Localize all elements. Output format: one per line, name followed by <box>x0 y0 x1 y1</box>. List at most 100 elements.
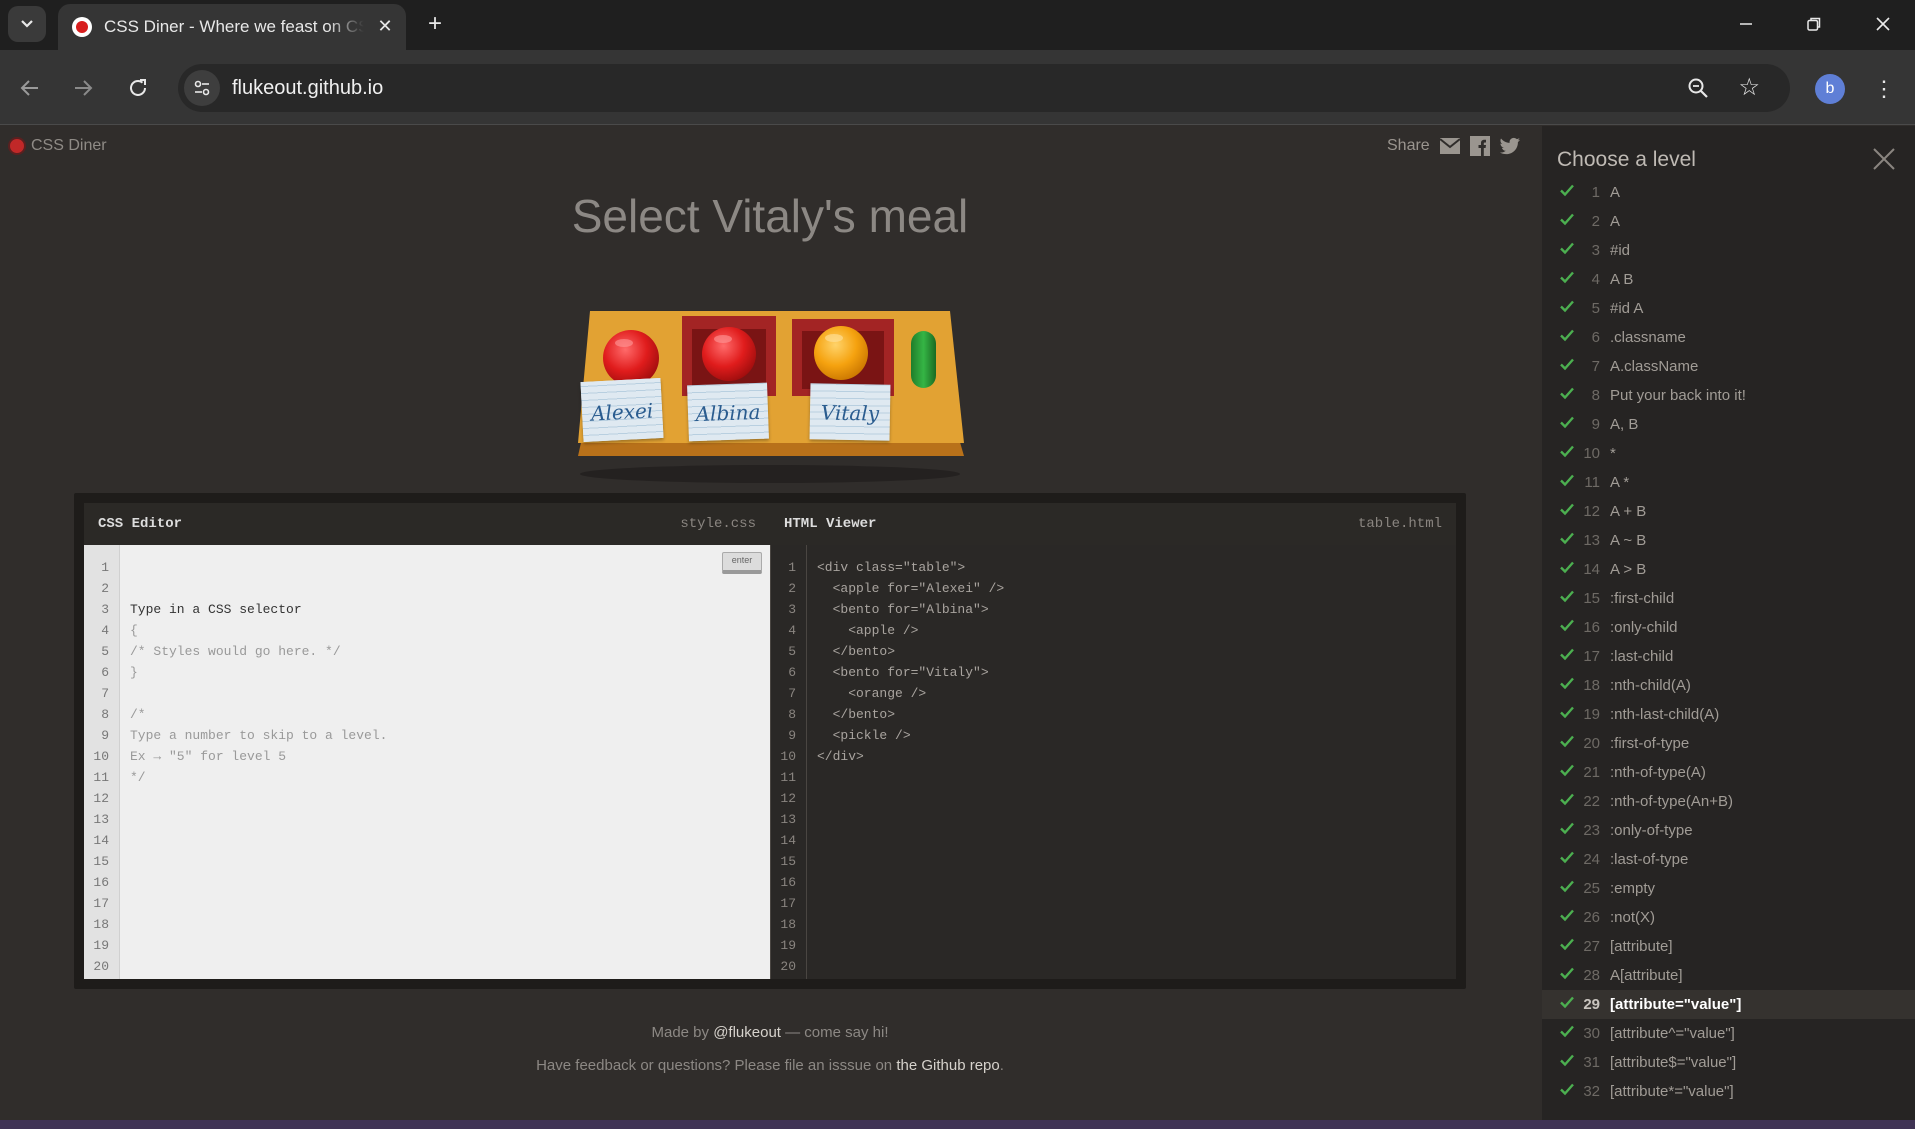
line-number: 10 <box>93 749 109 764</box>
css-selector-input[interactable] <box>130 599 690 620</box>
level-item-27[interactable]: 27 [attribute] <box>1542 932 1915 961</box>
level-item-3[interactable]: 3 #id <box>1542 236 1915 265</box>
line-number: 2 <box>788 581 796 596</box>
level-name: [attribute="value"] <box>1610 996 1742 1013</box>
logo[interactable]: CSS Diner <box>8 137 107 155</box>
level-item-28[interactable]: 28 A[attribute] <box>1542 961 1915 990</box>
level-item-12[interactable]: 12 A + B <box>1542 497 1915 526</box>
footer: Made by @flukeout — come say hi! Have fe… <box>440 1016 1100 1082</box>
level-number: 20 <box>1583 735 1600 752</box>
level-number: 2 <box>1591 213 1600 230</box>
new-tab-button[interactable]: + <box>420 10 450 40</box>
level-item-1[interactable]: 1A <box>1542 178 1915 207</box>
line-number: 7 <box>788 686 796 701</box>
reload-button[interactable] <box>118 68 158 108</box>
level-item-11[interactable]: 11 A * <box>1542 468 1915 497</box>
level-item-29[interactable]: 29 [attribute="value"] <box>1542 990 1915 1019</box>
twitter-icon[interactable] <box>1499 136 1520 156</box>
footer-feedback: Have feedback or questions? Please file … <box>440 1049 1100 1082</box>
close-window-button[interactable] <box>1855 6 1911 42</box>
tab-search-button[interactable] <box>8 6 46 42</box>
level-number: 14 <box>1583 561 1600 578</box>
level-item-32[interactable]: 32 [attribute*="value"] <box>1542 1077 1915 1106</box>
zoom-icon[interactable] <box>1686 76 1710 100</box>
level-item-19[interactable]: 19:nth-last-child(A) <box>1542 700 1915 729</box>
code-line: Ex → "5" for level 5 <box>130 749 287 764</box>
browser-toolbar: flukeout.github.io ☆ <box>0 50 1915 125</box>
html-markup[interactable]: <div class="table"> <apple for="Alexei" … <box>817 557 1004 767</box>
code-line: <pickle /> <box>817 728 911 743</box>
level-number: 26 <box>1583 909 1600 926</box>
level-item-25[interactable]: 25:empty <box>1542 874 1915 903</box>
address-bar[interactable]: flukeout.github.io ☆ <box>178 64 1790 112</box>
level-item-21[interactable]: 21:nth-of-type(A) <box>1542 758 1915 787</box>
checkmark-icon <box>1559 791 1575 809</box>
level-item-2[interactable]: 2A <box>1542 207 1915 236</box>
level-item-31[interactable]: 31 [attribute$="value"] <box>1542 1048 1915 1077</box>
forward-button[interactable] <box>63 68 103 108</box>
level-name: [attribute$="value"] <box>1610 1054 1737 1071</box>
profile-avatar[interactable]: b <box>1815 74 1845 104</box>
level-number: 8 <box>1591 387 1600 404</box>
code-line: <apple /> <box>817 623 919 638</box>
browser-tab[interactable]: CSS Diner - Where we feast on CSS Select… <box>58 4 406 50</box>
line-number: 9 <box>788 728 796 743</box>
level-item-16[interactable]: 16:only-child <box>1542 613 1915 642</box>
bookmark-star-icon[interactable]: ☆ <box>1738 74 1760 102</box>
level-name: A, B <box>1610 416 1639 433</box>
restore-button[interactable] <box>1786 6 1842 42</box>
level-item-26[interactable]: 26:not(X) <box>1542 903 1915 932</box>
level-name: :last-child <box>1610 648 1674 665</box>
line-number: 20 <box>93 959 109 974</box>
level-item-14[interactable]: 14 A > B <box>1542 555 1915 584</box>
site-info-button[interactable] <box>184 70 220 106</box>
level-item-24[interactable]: 24:last-of-type <box>1542 845 1915 874</box>
flukeout-link[interactable]: @flukeout <box>713 1024 781 1041</box>
line-numbers: 1 2 3 4 5 6 7 8 9 10 11 12 13 14 15 16 17 18 19 20 <box>771 545 807 979</box>
minimize-button[interactable] <box>1718 6 1774 42</box>
level-item-8[interactable]: 8 Put your back into it! <box>1542 381 1915 410</box>
apple-alexei-shine <box>615 339 633 347</box>
level-name: :nth-of-type(An+B) <box>1610 793 1733 810</box>
name-tag-text: Albina <box>695 399 761 427</box>
browser-menu-icon[interactable]: ⋮ <box>1872 72 1896 106</box>
level-number: 6 <box>1591 329 1600 346</box>
level-item-4[interactable]: 4 A B <box>1542 265 1915 294</box>
github-repo-link[interactable]: the Github repo <box>896 1057 999 1074</box>
level-item-13[interactable]: 13 A ~ B <box>1542 526 1915 555</box>
level-item-15[interactable]: 15:first-child <box>1542 584 1915 613</box>
level-item-5[interactable]: 5 #id A <box>1542 294 1915 323</box>
level-item-30[interactable]: 30 [attribute^="value"] <box>1542 1019 1915 1048</box>
line-number: 10 <box>780 749 796 764</box>
email-icon[interactable] <box>1439 136 1460 156</box>
level-item-20[interactable]: 20:first-of-type <box>1542 729 1915 758</box>
level-name: A > B <box>1610 561 1647 578</box>
level-item-9[interactable]: 9 A, B <box>1542 410 1915 439</box>
level-item-10[interactable]: 10 * <box>1542 439 1915 468</box>
facebook-icon[interactable] <box>1469 136 1490 156</box>
level-name: :nth-of-type(A) <box>1610 764 1706 781</box>
level-item-6[interactable]: 6 .classname <box>1542 323 1915 352</box>
line-number: 18 <box>780 917 796 932</box>
level-number: 18 <box>1583 677 1600 694</box>
footer-text: Made by <box>651 1024 714 1041</box>
css-editor-filename: style.css <box>680 516 756 532</box>
url-text[interactable]: flukeout.github.io <box>232 77 383 100</box>
table-shadow <box>580 465 960 483</box>
checkmark-icon <box>1559 559 1575 577</box>
checkmark-icon <box>1559 356 1575 374</box>
back-button[interactable] <box>10 68 50 108</box>
line-number: 15 <box>780 854 796 869</box>
enter-button[interactable]: enter <box>722 552 762 574</box>
name-tag-text: Vitaly <box>820 400 880 426</box>
checkmark-icon <box>1559 1023 1575 1041</box>
level-item-23[interactable]: 23:only-of-type <box>1542 816 1915 845</box>
close-sidebar-icon[interactable] <box>1871 146 1897 172</box>
level-item-17[interactable]: 17:last-child <box>1542 642 1915 671</box>
level-item-22[interactable]: 22:nth-of-type(An+B) <box>1542 787 1915 816</box>
level-item-7[interactable]: 7 A.className <box>1542 352 1915 381</box>
level-item-18[interactable]: 18:nth-child(A) <box>1542 671 1915 700</box>
html-viewer-body: 1 2 3 4 5 6 7 8 9 10 11 12 13 14 15 16 17 18 19 20 <div cla… <box>770 545 1456 979</box>
close-tab-icon[interactable]: ✕ <box>374 15 396 37</box>
line-number: 6 <box>101 665 109 680</box>
